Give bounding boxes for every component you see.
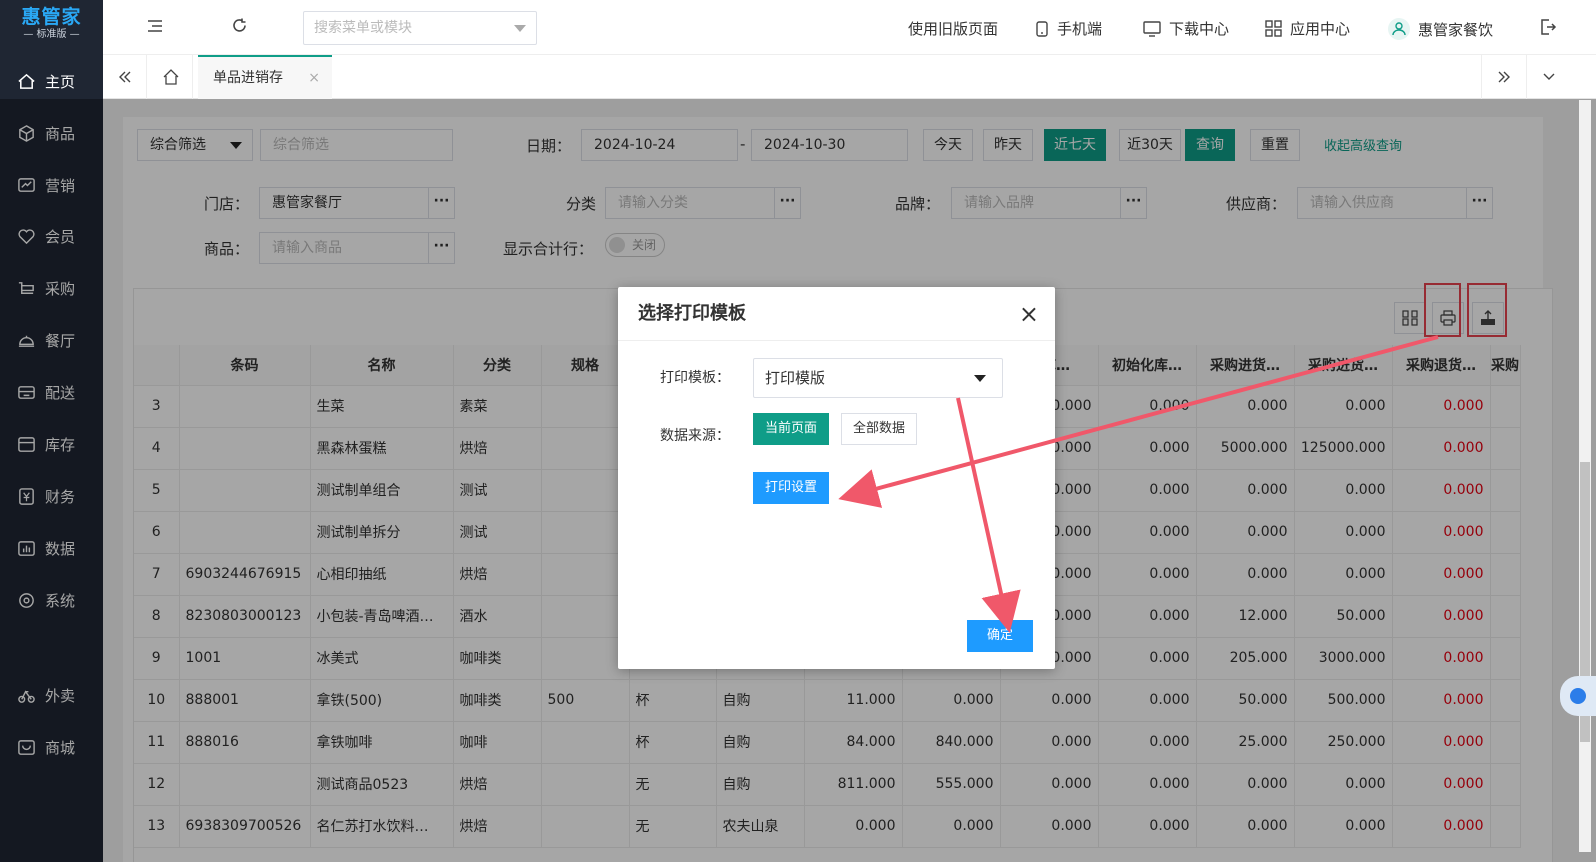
template-value: 打印模版 — [765, 369, 826, 387]
tab-bar: 单品进销存 × — [103, 55, 1596, 99]
data-source-label: 数据来源： — [660, 428, 730, 444]
menu-search-input[interactable]: 搜索菜单或模块 — [303, 11, 537, 45]
monitor-icon — [1143, 20, 1161, 37]
dialog-title: 选择打印模板 — [638, 303, 746, 324]
sidebar-item-label: 主页 — [45, 72, 76, 91]
close-icon[interactable]: × — [1019, 287, 1039, 341]
avatar-icon — [1388, 18, 1410, 40]
tabs-menu-button[interactable] — [1526, 55, 1570, 99]
caret-down-icon — [974, 375, 986, 382]
downloads-label: 下载中心 — [1169, 20, 1230, 38]
apps-grid-icon — [1265, 20, 1282, 37]
all-data-button[interactable]: 全部数据 — [841, 413, 917, 445]
chevron-down-icon — [514, 25, 526, 32]
refresh-icon[interactable] — [231, 17, 248, 34]
double-chevron-right-icon — [1498, 71, 1510, 83]
phone-icon — [1036, 20, 1048, 37]
confirm-button[interactable]: 确定 — [967, 620, 1033, 652]
print-settings-button[interactable]: 打印设置 — [753, 472, 829, 504]
assistant-bot[interactable] — [1560, 676, 1596, 716]
mobile-label: 手机端 — [1057, 20, 1103, 38]
dialog-header: 选择打印模板 × — [618, 287, 1055, 341]
tab-label: 单品进销存 — [213, 70, 283, 86]
mobile-link[interactable]: 手机端 — [1035, 18, 1102, 39]
page-scrollbar[interactable] — [1579, 100, 1591, 852]
brand-name: 惠管家 — [21, 6, 82, 28]
home-icon — [163, 69, 178, 85]
tabs-scroll-left-button[interactable] — [103, 55, 147, 99]
old-page-label: 使用旧版页面 — [908, 20, 999, 38]
downloads-link[interactable]: 下载中心 — [1143, 18, 1229, 39]
brand-edition: — 标准版 — — [23, 29, 80, 40]
double-chevron-left-icon — [118, 71, 130, 83]
user-menu[interactable]: 惠管家餐饮 — [1388, 18, 1493, 40]
tabs-scroll-right-button[interactable] — [1481, 55, 1525, 99]
print-template-dialog: 选择打印模板 × 打印模板： 打印模版 数据来源： 当前页面 全部数据 打印设置… — [618, 287, 1055, 669]
close-icon[interactable]: × — [308, 57, 320, 99]
old-page-link[interactable]: 使用旧版页面 — [908, 18, 998, 39]
template-label: 打印模板： — [660, 370, 730, 386]
apps-link[interactable]: 应用中心 — [1265, 18, 1350, 39]
user-name: 惠管家餐饮 — [1418, 20, 1494, 39]
chevron-down-icon — [1543, 73, 1554, 80]
brand-logo[interactable]: 惠管家 — 标准版 — — [0, 0, 103, 48]
template-select[interactable]: 打印模版 — [753, 358, 1003, 398]
top-bar: 搜索菜单或模块 使用旧版页面 手机端 下载中心 应用中心 惠管家餐饮 — [103, 0, 1596, 55]
bot-eye-icon — [1570, 688, 1586, 704]
home-icon — [18, 73, 35, 89]
sidebar-item-home[interactable]: 主页 — [0, 61, 103, 101]
search-placeholder: 搜索菜单或模块 — [314, 20, 412, 36]
current-page-button[interactable]: 当前页面 — [753, 413, 829, 445]
tab-product-inventory[interactable]: 单品进销存 × — [198, 55, 332, 99]
apps-label: 应用中心 — [1290, 20, 1351, 38]
menu-toggle-icon[interactable] — [147, 18, 163, 34]
logout-icon[interactable] — [1539, 18, 1557, 36]
tab-home[interactable] — [149, 55, 193, 99]
